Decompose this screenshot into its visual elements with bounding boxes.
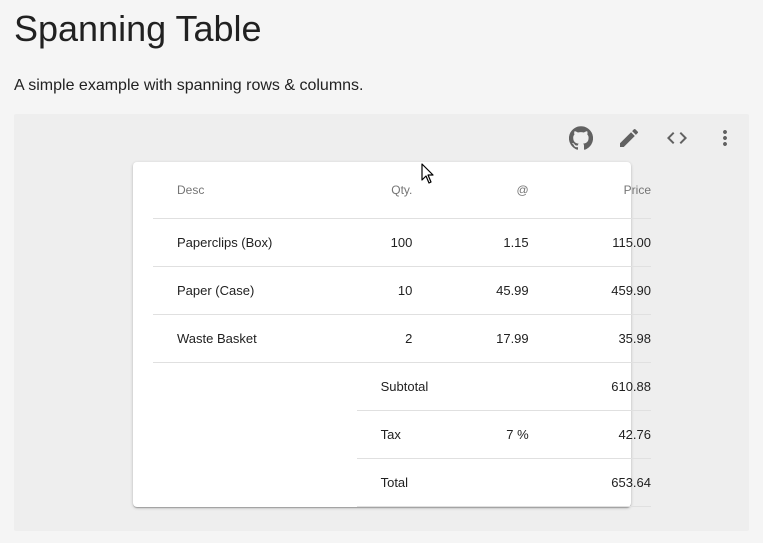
subtotal-label: Subtotal (356, 362, 529, 411)
github-icon (569, 126, 593, 150)
empty-span-cell (153, 363, 357, 507)
view-code-button[interactable] (653, 114, 701, 162)
header-qty[interactable]: Qty. (356, 162, 413, 219)
page-title: Spanning Table (14, 8, 262, 49)
page-description: A simple example with spanning rows & co… (14, 77, 364, 94)
total-label: Total (356, 458, 529, 507)
subtotal-row: Subtotal 610.88 (153, 362, 651, 411)
row-desc: Paperclips (Box) (153, 218, 357, 267)
more-vert-icon (723, 130, 727, 146)
table-row: Paper (Case) 10 45.99 459.90 (153, 266, 651, 315)
demo-container: Desc Qty. @ Price Paperclips (Box) 100 1… (14, 114, 749, 531)
row-desc: Waste Basket (153, 314, 357, 363)
total-value: 653.64 (528, 458, 651, 507)
code-icon (667, 132, 687, 144)
row-qty: 10 (356, 266, 413, 315)
header-at[interactable]: @ (412, 162, 529, 219)
edit-icon (620, 128, 639, 147)
row-desc: Paper (Case) (153, 266, 357, 315)
table-header-row: Desc Qty. @ Price (153, 162, 651, 219)
table-row: Paperclips (Box) 100 1.15 115.00 (153, 218, 651, 267)
tax-label: Tax (356, 410, 413, 459)
row-qty: 2 (356, 314, 413, 363)
row-unit-price: 17.99 (412, 314, 529, 363)
row-unit-price: 1.15 (412, 218, 529, 267)
header-desc[interactable]: Desc (153, 162, 357, 219)
more-options-button[interactable] (701, 114, 749, 162)
tax-rate: 7 % (412, 410, 529, 459)
row-price: 459.90 (528, 266, 651, 315)
header-price[interactable]: Price (528, 162, 651, 219)
table-row: Waste Basket 2 17.99 35.98 (153, 314, 651, 363)
github-button[interactable] (557, 114, 605, 162)
row-price: 115.00 (528, 218, 651, 267)
row-unit-price: 45.99 (412, 266, 529, 315)
row-qty: 100 (356, 218, 413, 267)
tax-value: 42.76 (528, 410, 651, 459)
row-price: 35.98 (528, 314, 651, 363)
spanning-table: Desc Qty. @ Price Paperclips (Box) 100 1… (153, 162, 651, 507)
demo-toolbar (557, 114, 749, 162)
edit-button[interactable] (605, 114, 653, 162)
subtotal-value: 610.88 (528, 362, 651, 411)
table-card: Desc Qty. @ Price Paperclips (Box) 100 1… (133, 162, 651, 507)
